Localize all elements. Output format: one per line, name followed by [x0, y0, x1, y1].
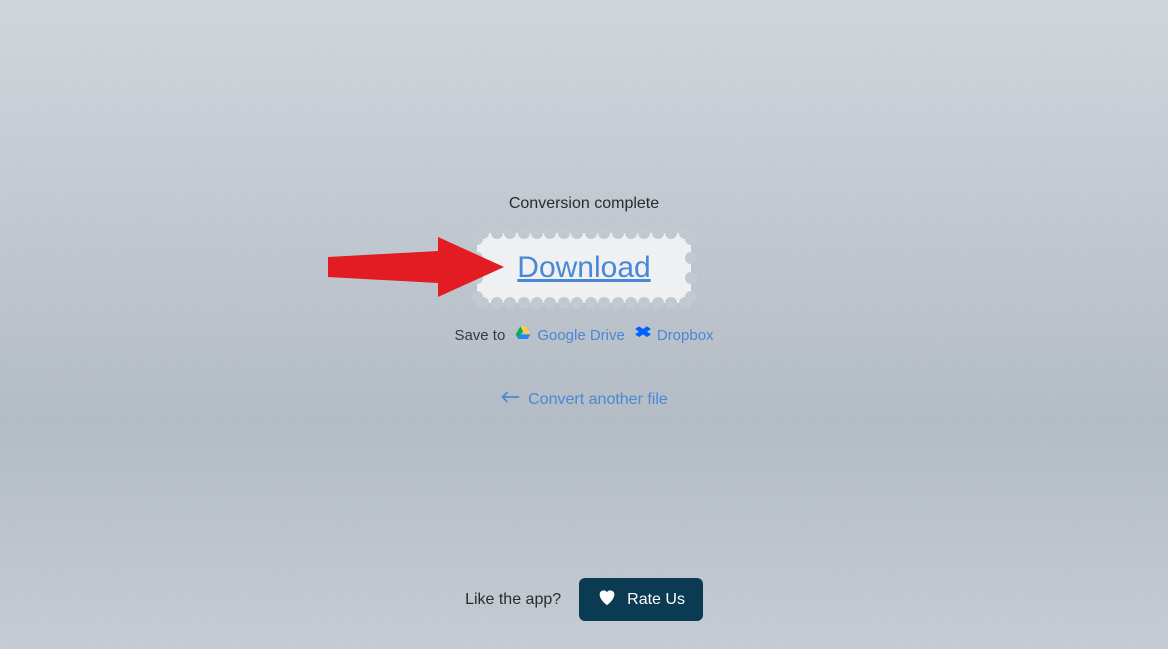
save-to-row: Save to Google Drive Dropbox	[0, 325, 1168, 345]
dropbox-icon	[635, 325, 651, 345]
dropbox-label: Dropbox	[657, 327, 714, 344]
like-app-text: Like the app?	[465, 591, 561, 609]
convert-another-row: Convert another file	[0, 390, 1168, 409]
google-drive-label: Google Drive	[537, 327, 625, 344]
convert-another-link[interactable]: Convert another file	[500, 390, 668, 409]
status-text: Conversion complete	[0, 195, 1168, 213]
rate-us-label: Rate Us	[627, 591, 685, 609]
arrow-left-icon	[500, 390, 520, 409]
google-drive-link[interactable]: Google Drive	[515, 325, 625, 345]
heart-icon	[597, 588, 617, 611]
dropbox-link[interactable]: Dropbox	[635, 325, 714, 345]
save-to-label: Save to	[454, 327, 505, 344]
footer: Like the app? Rate Us	[0, 578, 1168, 621]
download-link[interactable]: Download	[517, 251, 650, 284]
download-panel: Download	[477, 233, 690, 303]
conversion-result-area: Conversion complete Download Save to	[0, 195, 1168, 345]
convert-another-label: Convert another file	[528, 391, 668, 409]
rate-us-button[interactable]: Rate Us	[579, 578, 703, 621]
google-drive-icon	[515, 325, 531, 345]
